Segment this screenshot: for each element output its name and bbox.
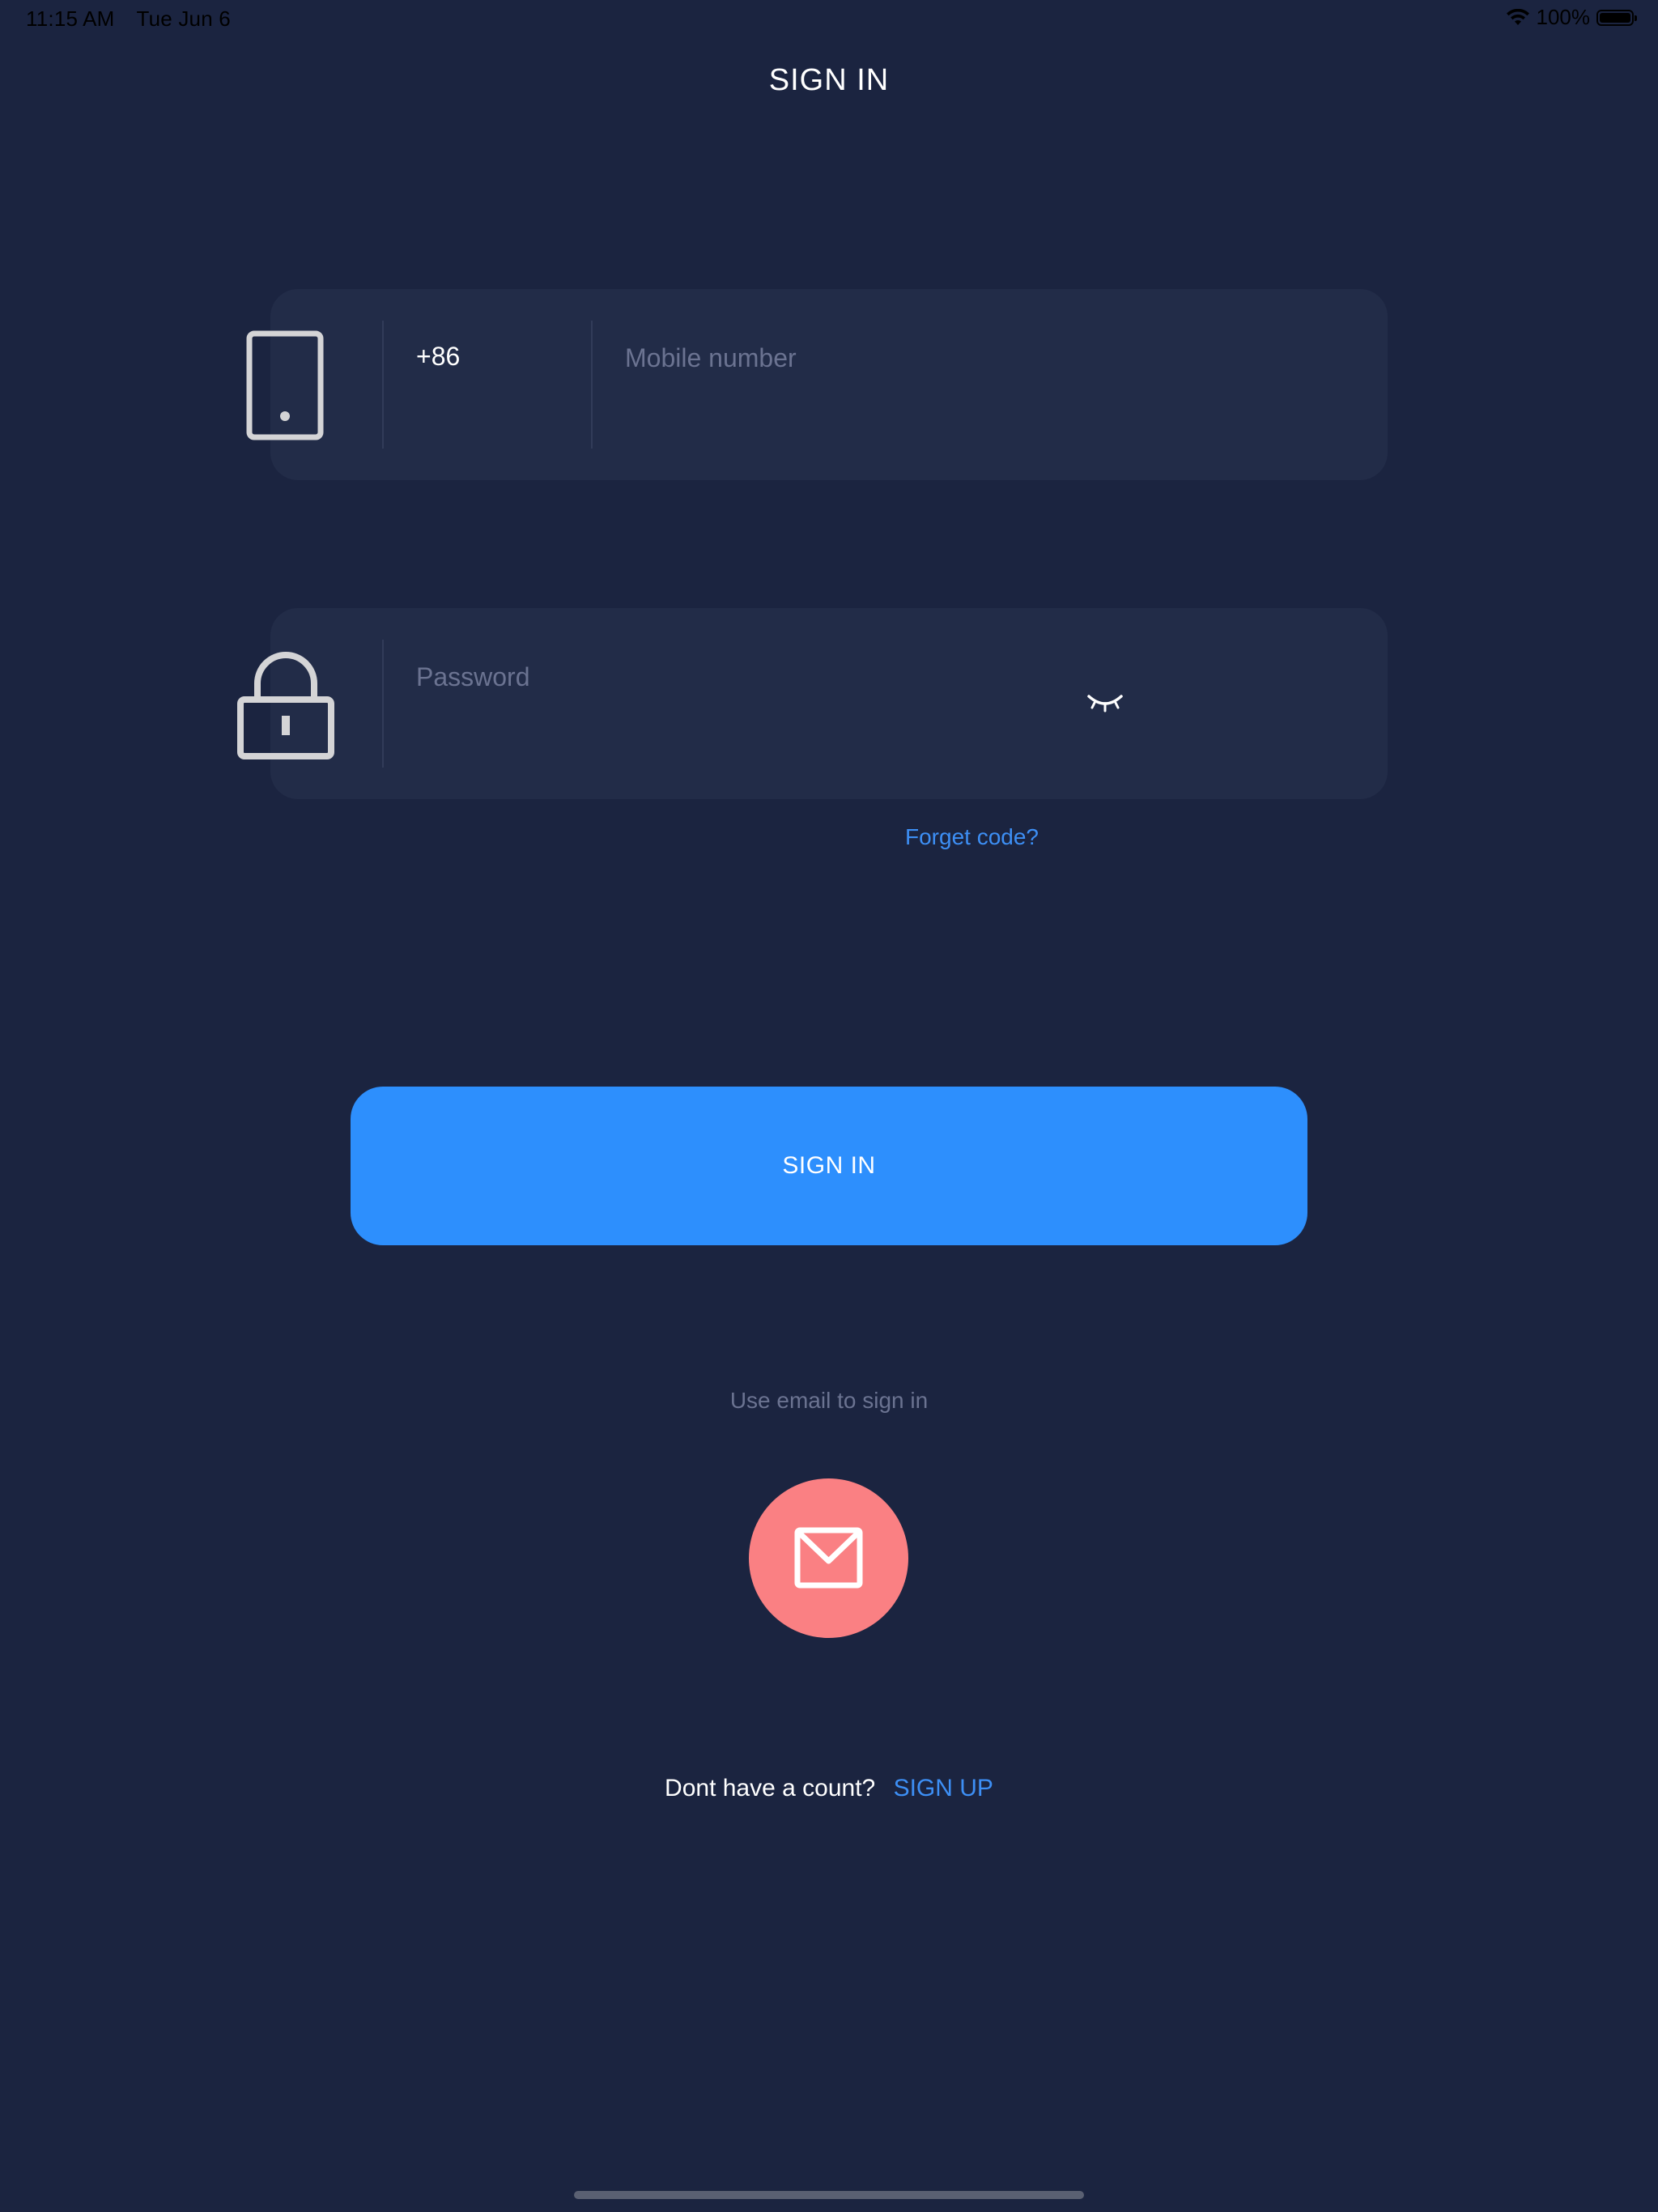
phone-field: [270, 289, 1388, 480]
status-time: 11:15 AM: [26, 6, 115, 31]
forget-code-link[interactable]: Forget code?: [905, 824, 1039, 850]
sign-up-row: Dont have a count? SIGN UP: [0, 1775, 1658, 1802]
battery-fill: [1600, 12, 1630, 23]
eye-closed-icon[interactable]: [1085, 690, 1125, 716]
sign-up-link[interactable]: SIGN UP: [894, 1775, 993, 1802]
lock-icon-divider: [382, 640, 384, 768]
phone-icon: [246, 330, 324, 440]
country-code-selector[interactable]: +86: [416, 342, 460, 372]
status-left: 11:15 AM Tue Jun 6: [26, 6, 247, 32]
email-sign-in-button[interactable]: [749, 1478, 908, 1638]
lock-icon: [237, 652, 334, 759]
status-date: Tue Jun 6: [136, 6, 231, 31]
email-sign-in-hint: Use email to sign in: [729, 1388, 929, 1413]
password-input[interactable]: [416, 659, 1048, 695]
country-code-divider: [591, 321, 593, 449]
mobile-number-input[interactable]: [625, 340, 1354, 376]
wifi-icon: [1506, 8, 1529, 25]
sign-up-prompt: Dont have a count?: [665, 1775, 876, 1802]
home-indicator[interactable]: [574, 2191, 1084, 2199]
battery-percentage: 100%: [1536, 5, 1591, 29]
sign-in-screen: 11:15 AM Tue Jun 6 100% SIGN IN +86 Mobi…: [0, 0, 1658, 2212]
mail-icon: [794, 1527, 863, 1589]
battery-icon: [1596, 9, 1637, 26]
status-right: 100%: [1506, 5, 1637, 30]
sign-in-button[interactable]: SIGN IN: [351, 1087, 1307, 1245]
status-bar: 11:15 AM Tue Jun 6 100%: [0, 0, 1658, 39]
page-title: SIGN IN: [768, 63, 890, 97]
password-field: [270, 608, 1388, 799]
phone-icon-divider: [382, 321, 384, 449]
